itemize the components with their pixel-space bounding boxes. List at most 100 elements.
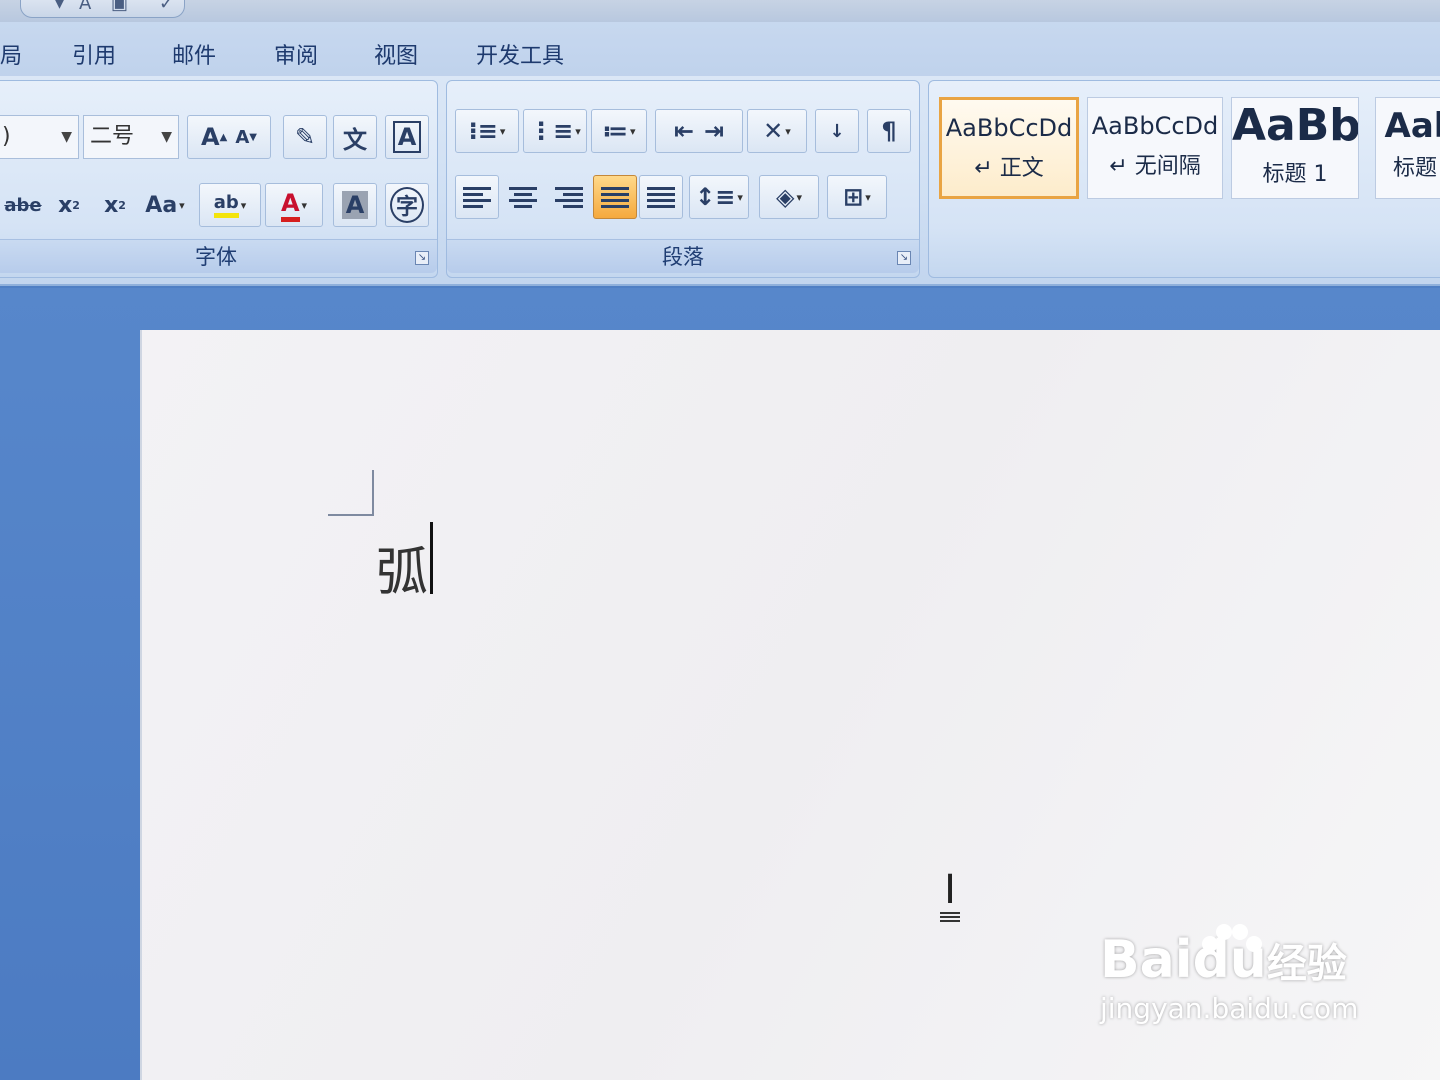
font-group-label: 字体 [0,239,437,273]
check-icon[interactable]: ✓ [159,0,174,14]
ribbon-tabs: 局 引用 邮件 审阅 视图 开发工具 [0,22,1440,80]
margin-corner-mark [328,470,374,516]
superscript-button[interactable]: x2 [93,183,137,227]
font-name-combo[interactable]: ) ▼ [0,115,79,159]
highlight-icon: ab [213,192,239,218]
show-marks-button[interactable]: ¶ [867,109,911,153]
save-icon[interactable]: ▣ [111,0,128,14]
chevron-down-icon[interactable]: ▼ [161,116,172,158]
shading-button[interactable]: ◈ ▾ [759,175,819,219]
align-left-button[interactable] [455,175,499,219]
increase-indent-icon[interactable]: ⇥ [704,117,724,145]
strikethrough-button[interactable]: abe [1,183,45,227]
paint-bucket-icon: ◈ [776,183,795,211]
font-size-combo[interactable]: 二号 ▼ [83,115,179,159]
paragraph-dialog-launcher-icon[interactable]: ↘ [897,251,911,265]
clear-format-button[interactable]: ✎ [283,115,327,159]
decrease-indent-icon[interactable]: ⇤ [674,117,694,145]
font-dialog-launcher-icon[interactable]: ↘ [415,251,429,265]
change-case-button[interactable]: Aa ▾ [139,183,191,227]
sort-button[interactable]: ↓ [815,109,859,153]
style-name: 标题 [1392,156,1437,181]
subscript-button[interactable]: x2 [47,183,91,227]
chevron-down-icon[interactable]: ▼ [61,116,72,158]
ibeam-cursor-icon: I [938,870,962,922]
borders-icon: ⊞ [843,183,864,211]
sort-icon: ↓ [829,120,845,142]
font-color-icon: A [280,189,300,222]
font-icon[interactable]: A [79,0,91,14]
quick-access-toolbar[interactable]: ▾ A ▣ ✓ [20,0,185,18]
style-normal[interactable]: AaBbCcDd ↵ 正文 [939,97,1079,199]
style-no-spacing[interactable]: AaBbCcDd ↵ 无间隔 [1087,97,1223,199]
style-sample: AaBbCcDd [1091,112,1219,140]
multilevel-list-icon: ≔ [602,117,628,145]
tab-mailings[interactable]: 邮件 [172,38,216,70]
indent-buttons[interactable]: ⇤ ⇥ [655,109,743,153]
distributed-icon [647,184,675,211]
char-border-button[interactable]: A [385,115,429,159]
phonetic-guide-button[interactable]: 文 [333,115,377,159]
numbered-list-icon: ⋮≡ [529,117,574,145]
baidu-watermark: Baidu经验 jingyan.baidu.com [1100,924,1359,1025]
font-color-button[interactable]: A ▾ [265,183,323,227]
style-heading-1[interactable]: AaBb 标题 1 [1231,97,1359,199]
eraser-icon: ✎ [294,123,316,151]
phonetic-icon: 文 [343,125,367,154]
font-name-value: ) [2,124,11,149]
justify-button[interactable] [593,175,637,219]
align-center-button[interactable] [501,175,545,219]
watermark-logo-left: Bai [1100,930,1193,990]
bullet-list-icon: ⁝≡ [468,117,498,145]
tab-layout[interactable]: 局 [0,38,22,70]
char-shading-button[interactable]: A [333,183,377,227]
tab-references[interactable]: 引用 [72,38,116,70]
superscript-icon: x [104,192,119,218]
style-name: 标题 1 [1262,162,1328,187]
justify-icon [601,184,629,211]
grow-shrink-font-buttons[interactable]: A ▲ A ▼ [187,115,271,159]
style-sample: Aal [1384,106,1440,146]
paragraph-group: ⁝≡ ▾ ⋮≡ ▾ ≔ ▾ ⇤ ⇥ ✕ ▾ ↓ ¶ ↕≡ ▾ ◈ ▾ ⊞ ▾ 段… [446,80,920,278]
document-text[interactable]: 弧 [376,530,428,605]
char-shading-icon: A [341,191,369,219]
style-name: ↵ 正文 [974,156,1044,181]
ribbon: ) ▼ 二号 ▼ A ▲ A ▼ ✎ 文 A abe x2 x2 Aa ▾ ab… [0,76,1440,286]
tab-review[interactable]: 审阅 [274,38,318,70]
line-spacing-icon: ↕≡ [695,183,736,211]
tab-developer[interactable]: 开发工具 [476,38,564,70]
chinese-layout-icon: ✕ [763,117,784,145]
align-right-icon [555,184,583,211]
change-case-icon: Aa [145,192,178,218]
style-name: ↵ 无间隔 [1109,154,1201,179]
text-caret [430,522,433,594]
dropdown-icon[interactable]: ▾ [55,0,64,14]
line-spacing-button[interactable]: ↕≡ ▾ [689,175,749,219]
font-size-value: 二号 [90,124,135,149]
style-sample: AaBbCcDd [945,114,1073,142]
bullets-button[interactable]: ⁝≡ ▾ [455,109,519,153]
highlight-button[interactable]: ab ▾ [199,183,261,227]
enclose-char-button[interactable]: 字 [385,183,429,227]
style-sample: AaBb [1232,100,1358,151]
font-group: ) ▼ 二号 ▼ A ▲ A ▼ ✎ 文 A abe x2 x2 Aa ▾ ab… [0,80,438,278]
strikethrough-icon: abe [4,194,42,216]
align-center-icon [509,184,537,211]
char-border-icon: A [392,121,422,153]
distributed-button[interactable] [639,175,683,219]
paragraph-group-label: 段落 [447,239,919,273]
borders-button[interactable]: ⊞ ▾ [827,175,887,219]
align-right-button[interactable] [547,175,591,219]
paragraph-mark-icon: ¶ [881,117,897,145]
align-left-icon [463,184,491,211]
watermark-logo-right: 经验 [1266,941,1347,987]
grow-font-icon[interactable]: A [201,123,220,151]
style-title[interactable]: Aal 标题 [1375,97,1440,199]
chinese-layout-button[interactable]: ✕ ▾ [747,109,807,153]
multilevel-list-button[interactable]: ≔ ▾ [591,109,647,153]
tab-view[interactable]: 视图 [374,38,418,70]
shrink-font-icon[interactable]: A [235,127,249,148]
styles-group: AaBbCcDd ↵ 正文 AaBbCcDd ↵ 无间隔 AaBb 标题 1 A… [928,80,1440,278]
watermark-url: jingyan.baidu.com [1100,992,1359,1025]
numbering-button[interactable]: ⋮≡ ▾ [523,109,587,153]
